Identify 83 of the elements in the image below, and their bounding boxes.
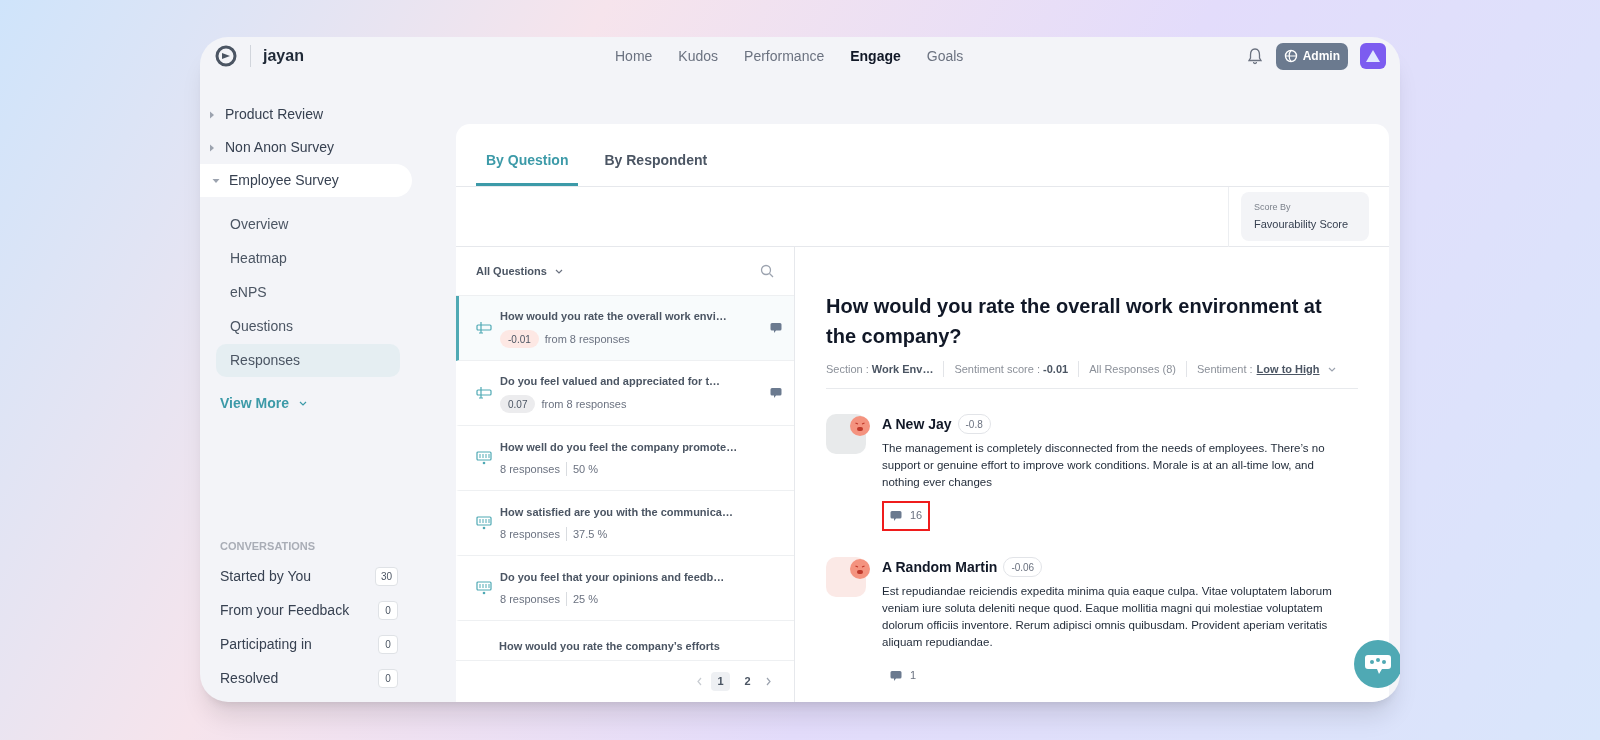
slider-icon [476,321,492,335]
response-count: from 8 responses [544,332,630,347]
sort-label: Sentiment : [1196,362,1253,377]
percentage: 37.5 % [572,527,608,542]
bar-chart-icon [476,581,492,595]
score-badge: -0.01 [500,330,539,349]
bell-icon[interactable] [1245,47,1264,65]
response-text: The management is completely disconnected from the needs of employees. There’s no support or genuine effort to improve work conditions. Morale is at an all-time low, and nothing ever changes [882,440,1326,490]
meta-text: Section : Work Env… [826,362,934,377]
caret-right-icon [208,110,216,119]
chevron-down-icon [299,399,307,407]
sort-dropdown[interactable]: Low to High [1256,361,1336,378]
nav-link[interactable]: Performance [744,45,825,67]
angry-face-icon [850,415,870,436]
page-button[interactable]: 2 [738,672,757,691]
nav-link[interactable]: Home [615,45,653,67]
meta-text: Sentiment score : -0.01 [954,362,1069,377]
bar-chart-icon [476,451,492,465]
page-button[interactable]: 1 [711,672,730,691]
question-list-item[interactable]: How would you rate the overall work envi… -0.01 from 8 responses [456,296,794,361]
avatar-icon[interactable] [1360,43,1386,69]
question-title: How well do you feel the company promote… [500,439,739,455]
conversation-link[interactable]: From your Feedback [220,599,350,621]
comments-button[interactable]: 1 [882,660,925,691]
sidebar-link[interactable]: Overview [216,208,400,241]
nav-link[interactable]: Kudos [678,45,719,67]
conversation-link[interactable]: Started by You [220,565,312,587]
question-title: Do you feel valued and appreciated for t… [500,373,722,389]
question-title: Do you feel that your opinions and feedb… [500,569,726,585]
workspace-name: jayan [263,46,304,66]
chevron-down-icon [1327,365,1336,373]
percentage: 50 % [572,462,598,477]
chevron-left-icon[interactable] [696,677,703,686]
survey-item[interactable]: Employee Survey [200,164,412,197]
conversation-link[interactable]: Participating in [220,633,312,655]
count-badge: 0 [378,668,398,688]
respondent-name: A Random Martin [882,557,998,577]
score-by-value: Favourability Score [1254,217,1350,232]
search-icon[interactable] [760,264,774,278]
nav-link[interactable]: Engage [850,45,901,67]
question-title: How satisfied are you with the communica… [500,504,734,520]
admin-button[interactable]: Admin [1275,42,1348,70]
question-title: How would you rate the company’s efforts [499,640,720,652]
survey-item[interactable]: Non Anon Survey [200,131,456,164]
question-title: How would you rate the overall work envi… [500,308,728,324]
response-text: Est repudiandae reiciendis expedita minima quia eaque culpa. Vitae voluptatem laborum veniam iure soluta deleniti neque quod. Eaque mollitia magni qui molestiae voluptatem dolorum officiis inventore. Rerum adipisci omnis quibusdam. Provident aperiam veritatis aliquam repudiandae. [882,583,1333,650]
percentage: 25 % [572,592,598,607]
score-badge: 0.07 [500,395,536,414]
count-badge: 0 [378,600,398,620]
response-count: from 8 responses [541,397,627,412]
score-by-label: Score By [1254,200,1292,214]
angry-face-icon [850,558,870,579]
respondent-name: A New Jay [882,414,952,434]
nav-link[interactable]: Goals [926,45,964,67]
comment-icon [890,509,902,522]
question-title: How would you rate the overall work environment at the company? [826,294,1323,349]
count-badge: 0 [378,634,398,654]
chevron-right-icon[interactable] [765,677,772,686]
conversation-link[interactable]: Resolved [220,667,279,689]
slider-icon [476,386,492,400]
sidebar-link[interactable]: Responses [216,344,400,377]
response-count: 8 responses [500,462,560,477]
globe-icon [1283,49,1298,63]
logo-icon[interactable] [214,44,238,68]
caret-right-icon [208,143,216,152]
caret-down-icon [212,176,220,185]
bar-chart-icon [476,516,492,530]
section-heading: CONVERSATIONS [220,538,317,554]
chat-bubble-icon [1364,652,1392,676]
response-count: 8 responses [500,527,560,542]
score-by-dropdown[interactable]: Score By Favourability Score [1241,192,1369,241]
sidebar-link[interactable]: Heatmap [216,242,400,275]
survey-item[interactable]: Product Review [200,98,456,131]
meta-text: All Responses (8) [1089,362,1176,377]
sidebar-link[interactable]: Questions [216,310,400,343]
tab[interactable]: By Respondent [594,138,718,186]
comments-button[interactable]: 16 [882,500,931,531]
sidebar-link[interactable]: eNPS [216,276,400,309]
count-badge: 30 [374,566,398,586]
comment-icon [890,669,902,682]
response-count: 8 responses [500,592,560,607]
chevron-down-icon [554,267,563,275]
question-filter-dropdown[interactable]: All Questions [476,262,563,280]
